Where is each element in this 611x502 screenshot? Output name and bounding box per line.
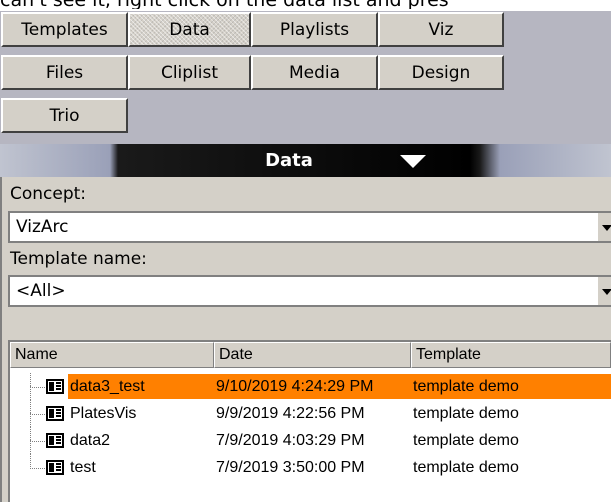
data-item-icon <box>46 379 64 394</box>
tab-files[interactable]: Files <box>1 55 128 90</box>
list-item[interactable]: data3_test 9/10/2019 4:24:29 PM template… <box>10 373 611 400</box>
column-header-template[interactable]: Template <box>411 342 611 368</box>
data-list[interactable]: Name Date Template data3_test 9/10/2019 … <box>8 340 611 502</box>
dropdown-triangle-icon[interactable] <box>400 155 426 168</box>
tab-media[interactable]: Media <box>251 55 378 90</box>
row-template: template demo <box>413 405 519 422</box>
row-date: 9/9/2019 4:22:56 PM <box>216 405 365 422</box>
tab-templates[interactable]: Templates <box>1 12 128 47</box>
concept-value: VizArc <box>16 217 69 237</box>
list-item[interactable]: data2 7/9/2019 4:03:29 PM template demo <box>10 427 611 454</box>
template-name-select[interactable]: <All> <box>8 275 611 307</box>
data-item-icon <box>46 460 64 475</box>
row-date: 7/9/2019 4:03:29 PM <box>216 432 365 449</box>
row-name: data2 <box>70 432 111 449</box>
data-item-icon <box>46 406 64 421</box>
tree-connector <box>30 373 45 388</box>
instruction-text: can't see it, right click on the data li… <box>0 0 611 9</box>
concept-select[interactable]: VizArc <box>8 211 611 243</box>
tab-design[interactable]: Design <box>378 55 504 90</box>
row-template: template demo <box>413 378 519 395</box>
chevron-down-icon[interactable] <box>597 277 611 305</box>
template-name-label: Template name: <box>10 249 147 269</box>
row-template: template demo <box>413 459 519 476</box>
tree-connector <box>30 427 45 442</box>
tab-bar: Templates Data Playlists Viz Files Clipl… <box>0 11 611 144</box>
row-name: test <box>70 459 96 476</box>
row-date: 7/9/2019 3:50:00 PM <box>216 459 365 476</box>
row-name: PlatesVis <box>70 405 137 422</box>
tree-connector <box>30 400 45 415</box>
tree-connector <box>30 386 31 400</box>
column-header-name[interactable]: Name <box>10 342 214 368</box>
concept-label: Concept: <box>10 184 87 204</box>
tab-data[interactable]: Data <box>128 12 251 47</box>
tree-connector <box>30 413 31 427</box>
row-name: data3_test <box>70 378 145 395</box>
tree-connector <box>30 440 31 454</box>
panel-header: Data <box>0 144 611 177</box>
chevron-down-icon[interactable] <box>597 213 611 241</box>
data-item-icon <box>46 433 64 448</box>
tab-playlists[interactable]: Playlists <box>251 12 378 47</box>
row-template: template demo <box>413 432 519 449</box>
tree-connector <box>30 454 45 469</box>
list-item[interactable]: PlatesVis 9/9/2019 4:22:56 PM template d… <box>10 400 611 427</box>
list-item[interactable]: test 7/9/2019 3:50:00 PM template demo <box>10 454 611 481</box>
tab-cliplist[interactable]: Cliplist <box>128 55 251 90</box>
tab-viz[interactable]: Viz <box>378 12 504 47</box>
row-date: 9/10/2019 4:24:29 PM <box>216 378 374 395</box>
tab-trio[interactable]: Trio <box>1 98 128 133</box>
template-name-value: <All> <box>16 281 66 301</box>
column-header-date[interactable]: Date <box>214 342 411 368</box>
panel-title: Data <box>265 150 313 171</box>
